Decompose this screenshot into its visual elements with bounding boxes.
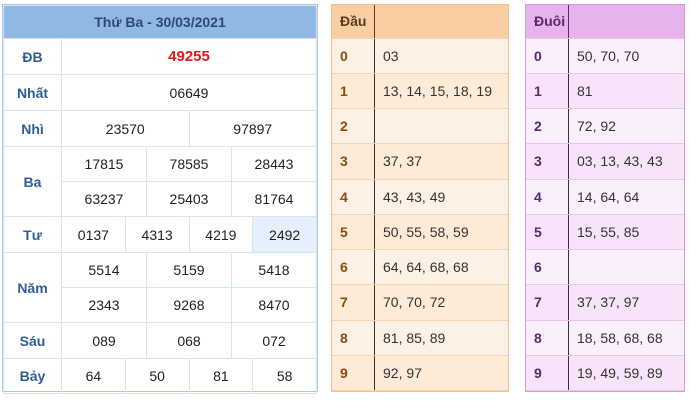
results-table: Thứ Ba - 30/03/2021 ĐB 49255 Nhất 06649 … — [2, 4, 318, 394]
head-values: 37, 37 — [374, 143, 508, 180]
prize-value-ba: 17815 — [61, 146, 147, 182]
tail-values: 37, 37, 97 — [568, 284, 684, 321]
prize-value-ba: 63237 — [61, 181, 147, 217]
prize-value-nhat: 06649 — [61, 74, 317, 111]
tail-values: 15, 55, 85 — [568, 214, 684, 251]
tail-values — [568, 249, 684, 286]
head-values: 81, 85, 89 — [374, 320, 508, 356]
prize-value-nhi: 97897 — [188, 110, 317, 147]
tail-digit: 3 — [526, 143, 569, 180]
head-digit: 9 — [332, 355, 375, 392]
tail-digit: 5 — [526, 214, 569, 251]
tail-digit: 8 — [526, 320, 569, 356]
prize-value-ba: 25403 — [146, 181, 232, 217]
prize-label-nhi: Nhì — [3, 110, 62, 147]
head-stats-header-values — [374, 5, 508, 39]
prize-value-nam: 5418 — [231, 252, 317, 288]
tail-values: 14, 64, 64 — [568, 179, 684, 215]
prize-value-ba: 81764 — [231, 181, 317, 217]
prize-value-nhi: 23570 — [61, 110, 190, 147]
head-digit: 2 — [332, 108, 375, 145]
head-values: 92, 97 — [374, 355, 508, 392]
prize-label-nam: Năm — [3, 252, 62, 323]
prize-label-db: ĐB — [3, 38, 62, 75]
tail-stats-table: Đuôi 0 50, 70, 70 1 81 2 72, 92 3 03, 13, 43… — [525, 4, 685, 392]
prize-label-tu: Tư — [3, 216, 62, 253]
prize-value-sau: 068 — [146, 322, 232, 359]
prize-label-nhat: Nhất — [3, 74, 62, 111]
tail-stats-header: Đuôi — [526, 5, 569, 39]
prize-value-nam: 5159 — [146, 252, 232, 288]
prize-value-bay: 58 — [252, 358, 317, 394]
prize-value-bay: 64 — [61, 358, 126, 394]
prize-value-sau: 072 — [231, 322, 317, 359]
tail-digit: 0 — [526, 38, 569, 74]
head-values: 03 — [374, 38, 508, 74]
prize-value-tu: 4219 — [188, 216, 254, 253]
tail-values: 50, 70, 70 — [568, 38, 684, 74]
tail-values: 72, 92 — [568, 108, 684, 145]
prize-label-sau: Sáu — [3, 322, 62, 359]
head-digit: 6 — [332, 249, 375, 286]
tail-digit: 1 — [526, 73, 569, 110]
tail-values: 18, 58, 68, 68 — [568, 320, 684, 356]
head-values — [374, 108, 508, 145]
head-values: 70, 70, 72 — [374, 284, 508, 321]
head-digit: 4 — [332, 179, 375, 215]
prize-value-nam: 9268 — [146, 287, 232, 323]
prize-value-bay: 81 — [188, 358, 254, 394]
head-digit: 5 — [332, 214, 375, 251]
head-digit: 1 — [332, 73, 375, 110]
head-stats-header: Đầu — [332, 5, 375, 39]
head-digit: 8 — [332, 320, 375, 356]
head-digit: 0 — [332, 38, 375, 74]
head-values: 64, 64, 68, 68 — [374, 249, 508, 286]
tail-stats-header-values — [568, 5, 684, 39]
prize-value-db: 49255 — [61, 38, 317, 75]
tail-digit: 4 — [526, 179, 569, 215]
prize-value-nam: 5514 — [61, 252, 147, 288]
head-digit: 3 — [332, 143, 375, 180]
prize-value-ba: 28443 — [231, 146, 317, 182]
tail-values: 03, 13, 43, 43 — [568, 143, 684, 180]
prize-value-nam: 2343 — [61, 287, 147, 323]
head-values: 43, 43, 49 — [374, 179, 508, 215]
head-values: 13, 14, 15, 18, 19 — [374, 73, 508, 110]
results-header: Thứ Ba - 30/03/2021 — [3, 5, 317, 39]
prize-label-ba: Ba — [3, 146, 62, 217]
tail-values: 81 — [568, 73, 684, 110]
tail-digit: 2 — [526, 108, 569, 145]
tail-digit: 9 — [526, 355, 569, 392]
prize-value-sau: 089 — [61, 322, 147, 359]
prize-label-bay: Bảy — [3, 358, 62, 394]
prize-value-tu: 0137 — [61, 216, 126, 253]
head-digit: 7 — [332, 284, 375, 321]
tail-digit: 6 — [526, 249, 569, 286]
tail-values: 19, 49, 59, 89 — [568, 355, 684, 392]
prize-value-nam: 8470 — [231, 287, 317, 323]
head-stats-table: Đầu 0 03 1 13, 14, 15, 18, 19 2 3 37, 37 44… — [331, 4, 509, 392]
prize-value-tu: 2492 — [252, 216, 317, 253]
tail-digit: 7 — [526, 284, 569, 321]
prize-value-ba: 78585 — [146, 146, 232, 182]
head-values: 50, 55, 58, 59 — [374, 214, 508, 251]
prize-value-tu: 4313 — [124, 216, 190, 253]
prize-value-bay: 50 — [124, 358, 190, 394]
